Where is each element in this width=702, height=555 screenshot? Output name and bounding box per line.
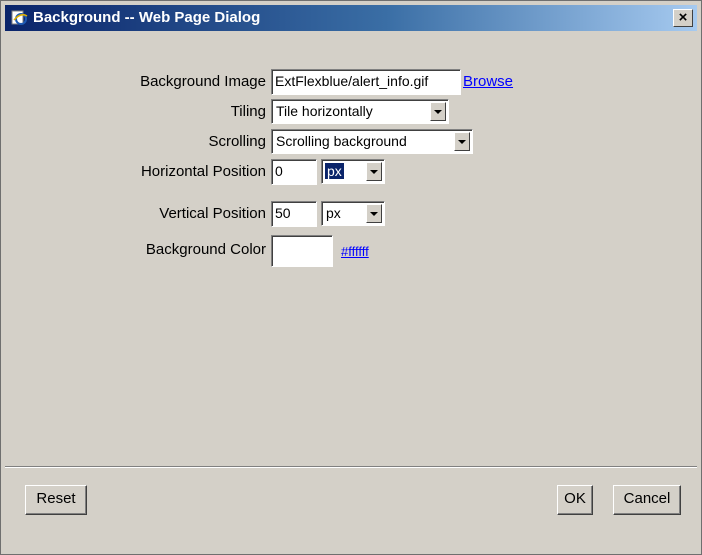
dialog-content: Background Image ExtFlexblue/alert_info.… [5, 33, 697, 550]
scrolling-label: Scrolling [208, 133, 266, 150]
horizontal-unit-select[interactable]: px [321, 159, 385, 184]
vertical-position-label: Vertical Position [159, 205, 266, 222]
footer-separator [5, 466, 697, 468]
background-color-swatch[interactable] [271, 235, 333, 267]
tiling-row: Tiling Tile horizontally [5, 99, 697, 125]
chevron-down-icon [370, 212, 378, 216]
vertical-position-row: Vertical Position 50 px [5, 201, 697, 227]
background-color-row: Background Color #ffffff [5, 235, 697, 267]
background-color-link[interactable]: #ffffff [341, 244, 369, 259]
browse-link[interactable]: Browse [463, 73, 513, 90]
horizontal-unit-dropdown-button[interactable] [366, 162, 382, 181]
tiling-label: Tiling [230, 103, 266, 120]
cancel-button[interactable]: Cancel [613, 485, 681, 515]
background-color-label: Background Color [145, 241, 266, 258]
vertical-unit-select[interactable]: px [321, 201, 385, 226]
title-bar[interactable]: Background -- Web Page Dialog × [5, 5, 697, 31]
close-button[interactable]: × [673, 9, 693, 27]
tiling-select[interactable]: Tile horizontally [271, 99, 449, 124]
horizontal-position-row: Horizontal Position 0 px [5, 159, 697, 185]
dialog-window: Background -- Web Page Dialog × Backgrou… [0, 0, 702, 555]
chevron-down-icon [370, 170, 378, 174]
background-image-input[interactable]: ExtFlexblue/alert_info.gif [271, 69, 461, 95]
background-image-row: Background Image ExtFlexblue/alert_info.… [5, 69, 697, 95]
chevron-down-icon [434, 110, 442, 114]
scrolling-row: Scrolling Scrolling background [5, 129, 697, 155]
scrolling-dropdown-button[interactable] [454, 132, 470, 151]
vertical-position-input[interactable]: 50 [271, 201, 317, 227]
reset-button[interactable]: Reset [25, 485, 87, 515]
close-icon: × [678, 9, 688, 26]
tiling-dropdown-button[interactable] [430, 102, 446, 121]
scrolling-select[interactable]: Scrolling background [271, 129, 473, 154]
chevron-down-icon [458, 140, 466, 144]
horizontal-position-input[interactable]: 0 [271, 159, 317, 185]
tiling-value: Tile horizontally [276, 103, 373, 119]
scrolling-value: Scrolling background [276, 133, 407, 149]
horizontal-position-label: Horizontal Position [140, 163, 266, 180]
window-title: Background -- Web Page Dialog [33, 9, 261, 26]
background-image-label: Background Image [140, 73, 266, 90]
ie-page-icon [11, 10, 28, 26]
vertical-unit-value: px [326, 205, 341, 221]
vertical-unit-dropdown-button[interactable] [366, 204, 382, 223]
horizontal-unit-value: px [325, 163, 344, 179]
ok-button[interactable]: OK [557, 485, 593, 515]
